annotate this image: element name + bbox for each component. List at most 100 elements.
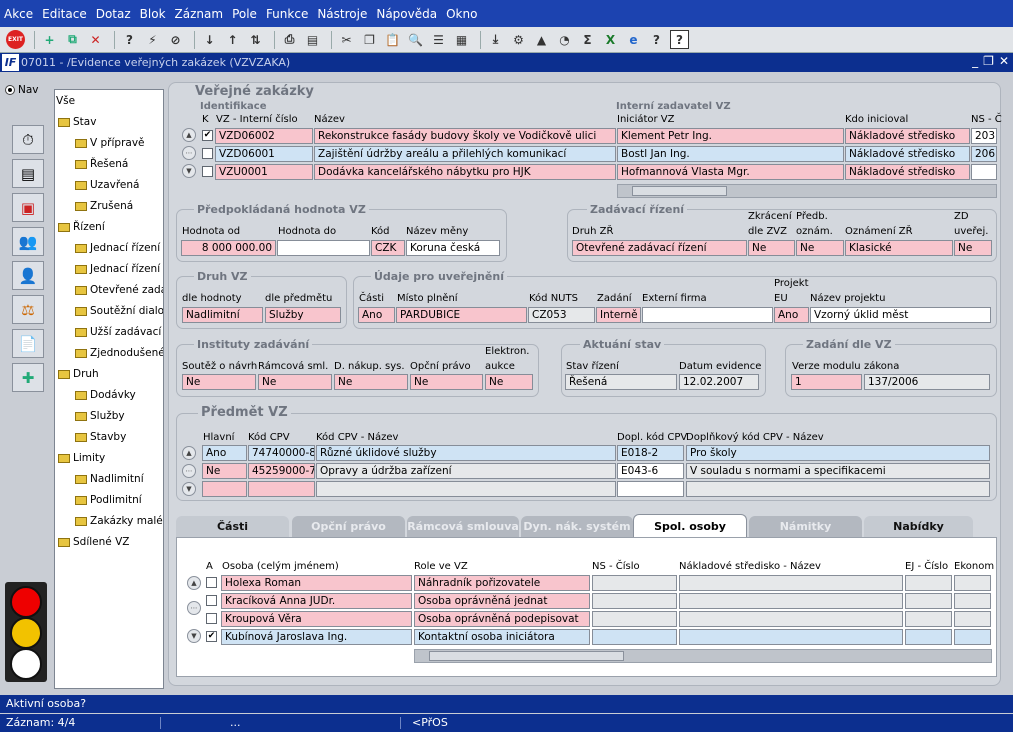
tree-item[interactable]: Dodávky	[75, 389, 136, 401]
main-flag-field[interactable]	[202, 481, 247, 497]
briefcase-icon[interactable]: ▣	[12, 193, 44, 222]
sort-multi-icon[interactable]: ⇅	[246, 30, 265, 49]
menu-funkce[interactable]: Funkce	[266, 7, 308, 21]
parts-field[interactable]: Ano	[358, 307, 395, 323]
person-name-field[interactable]: Kubínová Jaroslava Ing.	[221, 629, 412, 645]
role-field[interactable]: Náhradník pořizovatele	[414, 575, 590, 591]
tree-item[interactable]: Užší zadávací i	[75, 326, 163, 338]
minimize-icon[interactable]: _	[972, 54, 978, 68]
external-firm-field[interactable]	[642, 307, 773, 323]
tab-spol-osoby[interactable]: Spol. osoby	[633, 514, 747, 538]
row-checkbox[interactable]	[206, 577, 217, 588]
horizontal-scrollbar[interactable]	[617, 184, 997, 198]
scroll-down-icon[interactable]: ▼	[182, 482, 196, 496]
main-flag-field[interactable]: Ne	[202, 463, 247, 479]
initiator-field[interactable]: Klement Petr Ing.	[617, 128, 844, 144]
cpv-name-field[interactable]: Různé úklidové služby	[316, 445, 616, 461]
tree-item[interactable]: Stavby	[75, 431, 126, 443]
nuts-code-field[interactable]: CZ053	[528, 307, 595, 323]
vz-id-field[interactable]: VZD06002	[215, 128, 313, 144]
supplementary-name-field[interactable]: Pro školy	[686, 445, 990, 461]
zd-published-field[interactable]: Ne	[954, 240, 992, 256]
ns-number-field[interactable]	[592, 629, 677, 645]
sort-desc-icon[interactable]: ↑	[223, 30, 242, 49]
initiated-by-field[interactable]: Nákladové středisko	[845, 146, 970, 162]
ns-number-field[interactable]	[592, 611, 677, 627]
e-auction-field[interactable]: Ne	[485, 374, 533, 390]
place-field[interactable]: PARDUBICE	[396, 307, 527, 323]
settings-icon[interactable]: ⚙	[509, 30, 528, 49]
initiator-field[interactable]: Bostl Jan Ing.	[617, 146, 844, 162]
tree-item[interactable]: Limity	[58, 452, 105, 464]
initiator-field[interactable]: Hofmannová Vlasta Mgr.	[617, 164, 844, 180]
tree-item[interactable]: Podlimitní	[75, 494, 142, 506]
tree-item[interactable]: Řízení	[58, 221, 105, 233]
eu-project-field[interactable]: Ano	[774, 307, 809, 323]
tree-item[interactable]: Stav	[58, 116, 96, 128]
role-field[interactable]: Kontaktní osoba iniciátora	[414, 629, 590, 645]
tree-item[interactable]: Zakázky malého	[75, 515, 163, 527]
tab-opcni-pravo[interactable]: Opční právo	[292, 516, 405, 537]
tab-namitky[interactable]: Námitky	[749, 516, 862, 537]
execute-query-icon[interactable]: ⚡	[143, 30, 162, 49]
initiated-by-field[interactable]: Nákladové středisko	[845, 128, 970, 144]
tree-item[interactable]: Uzavřená	[75, 179, 139, 191]
vz-name-field[interactable]: Rekonstrukce fasády budovy školy ve Vodi…	[314, 128, 616, 144]
scroll-down-icon[interactable]: ▼	[182, 164, 196, 178]
tree-item[interactable]: Řešená	[75, 158, 128, 170]
economist-field[interactable]	[954, 611, 991, 627]
row-checkbox[interactable]	[202, 166, 213, 177]
tree-item[interactable]: Otevřené zadá	[75, 284, 163, 296]
menu-dotaz[interactable]: Dotaz	[96, 7, 131, 21]
supplementary-code-field[interactable]: E043-6	[617, 463, 684, 479]
tree-item[interactable]: Sdílené VZ	[58, 536, 129, 548]
value-from-field[interactable]: 8 000 000.00	[181, 240, 276, 256]
module-version-field[interactable]: 1	[791, 374, 862, 390]
ej-number-field[interactable]	[905, 593, 952, 609]
clock-icon[interactable]: ⏱	[12, 125, 44, 154]
shortened-field[interactable]: Ne	[748, 240, 795, 256]
menu-napoveda[interactable]: Nápověda	[376, 7, 437, 21]
duplicate-record-icon[interactable]: ⧉	[63, 30, 82, 49]
notice-type-field[interactable]: Klasické	[845, 240, 953, 256]
ns-field[interactable]: 203	[971, 128, 997, 144]
ns-name-field[interactable]	[679, 593, 903, 609]
cpv-name-field[interactable]: Opravy a údržba zařízení	[316, 463, 616, 479]
supplementary-name-field[interactable]: V souladu s normami a specifikacemi	[686, 463, 990, 479]
currency-name-field[interactable]: Koruna česká	[406, 240, 500, 256]
paste-icon[interactable]: 📋	[383, 30, 402, 49]
row-checkbox[interactable]: ✔	[202, 130, 213, 141]
supplementary-code-field[interactable]: E018-2	[617, 445, 684, 461]
menu-akce[interactable]: Akce	[4, 7, 33, 21]
person-icon[interactable]: 👤	[12, 261, 44, 290]
export-icon[interactable]: ⤓	[486, 30, 505, 49]
row-checkbox[interactable]: ✔	[206, 631, 217, 642]
procedure-type-field[interactable]: Otevřené zadávací řízení	[572, 240, 747, 256]
menu-pole[interactable]: Pole	[232, 7, 257, 21]
tab-casti[interactable]: Části	[176, 516, 289, 537]
exit-icon[interactable]: EXIT	[6, 30, 25, 49]
help-icon[interactable]: ?	[670, 30, 689, 49]
nav-radio[interactable]: Nav	[5, 84, 39, 96]
report-icon[interactable]: ▤	[303, 30, 322, 49]
framework-field[interactable]: Ne	[258, 374, 332, 390]
menu-zaznam[interactable]: Záznam	[175, 7, 224, 21]
project-name-field[interactable]: Vzorný úklid měst	[810, 307, 991, 323]
assignment-field[interactable]: Interně	[596, 307, 641, 323]
help-context-icon[interactable]: ?	[647, 30, 666, 49]
dps-field[interactable]: Ne	[334, 374, 408, 390]
tree-icon[interactable]: ▲	[532, 30, 551, 49]
value-to-field[interactable]	[277, 240, 370, 256]
vz-name-field[interactable]: Zajištění údržby areálu a přilehlých kom…	[314, 146, 616, 162]
role-field[interactable]: Osoba oprávněná jednat	[414, 593, 590, 609]
find-icon[interactable]: 🔍	[406, 30, 425, 49]
prior-notice-field[interactable]: Ne	[796, 240, 844, 256]
ej-number-field[interactable]	[905, 629, 952, 645]
copy-icon[interactable]: ❐	[360, 30, 379, 49]
ns-field[interactable]	[971, 164, 997, 180]
main-flag-field[interactable]: Ano	[202, 445, 247, 461]
sort-asc-icon[interactable]: ↓	[200, 30, 219, 49]
vz-name-field[interactable]: Dodávka kancelářského nábytku pro HJK	[314, 164, 616, 180]
economist-field[interactable]	[954, 593, 991, 609]
row-checkbox[interactable]	[206, 595, 217, 606]
